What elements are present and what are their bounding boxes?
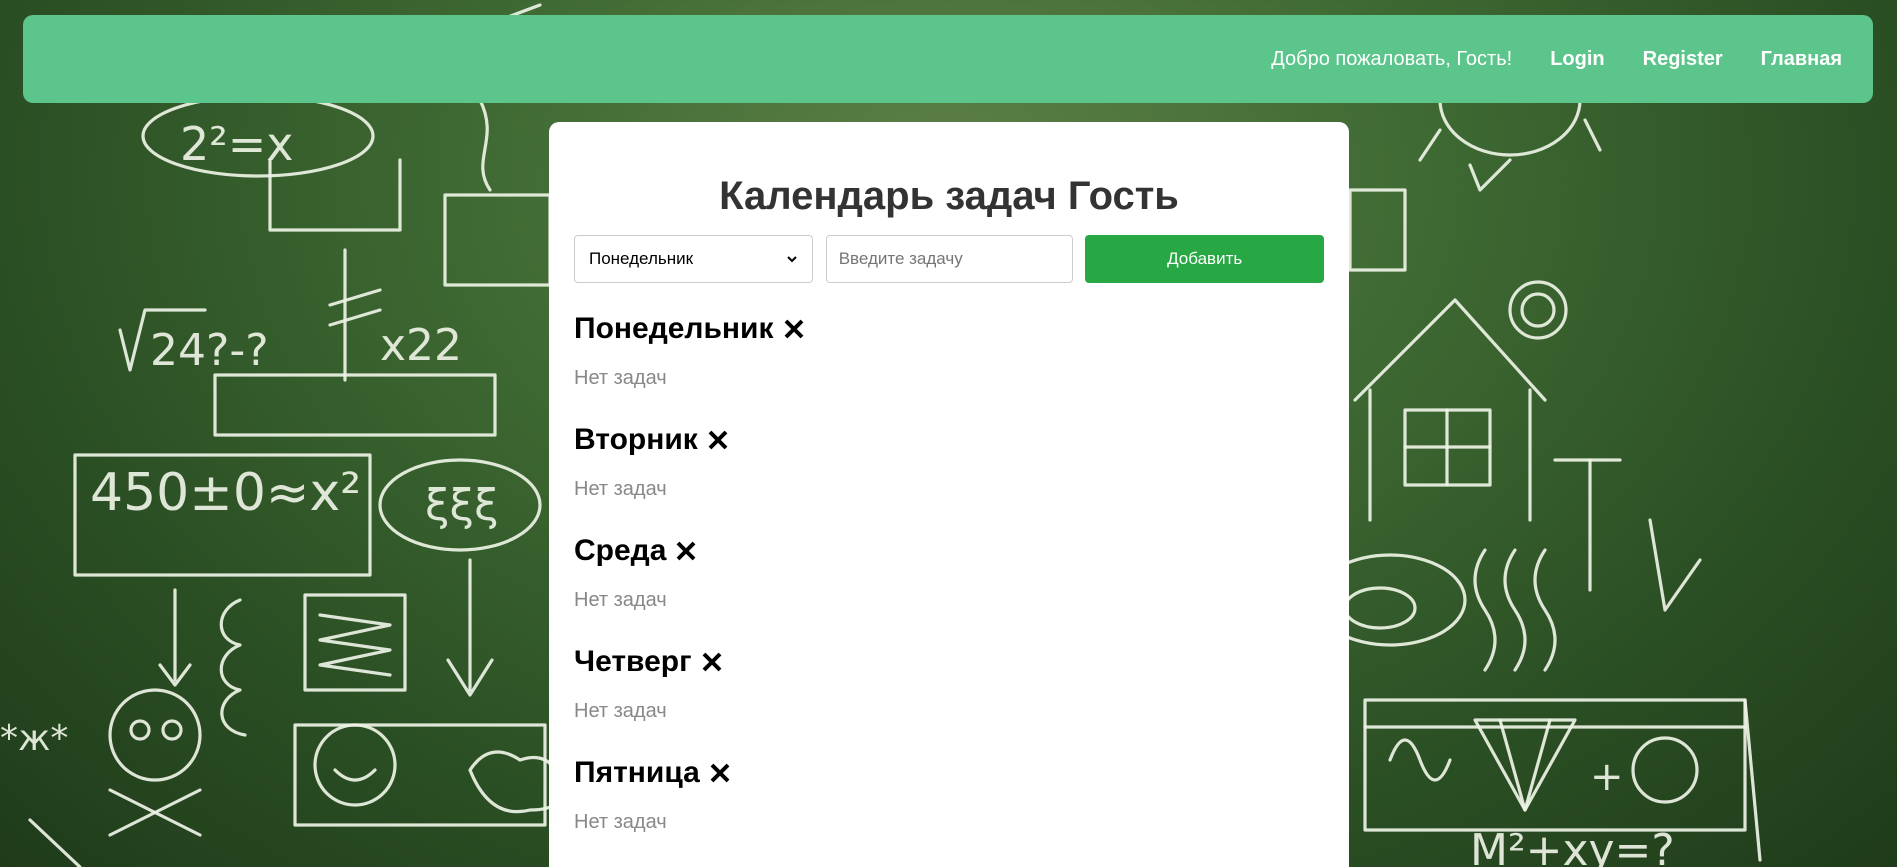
day-name: Пятница — [574, 756, 700, 789]
day-section-monday: Понедельник Нет задач — [574, 312, 1324, 390]
empty-tasks-text: Нет задач — [574, 811, 667, 833]
svg-text:x22: x22 — [380, 320, 462, 371]
day-heading: Четверг — [574, 645, 1324, 679]
svg-text:*ж*: *ж* — [0, 718, 68, 759]
svg-text:24?-?: 24?-? — [150, 325, 269, 376]
close-icon[interactable] — [674, 539, 698, 563]
empty-tasks-text: Нет задач — [574, 367, 667, 389]
svg-text:ξξξ: ξξξ — [425, 480, 499, 531]
day-name: Четверг — [574, 645, 692, 678]
close-icon[interactable] — [700, 650, 724, 674]
page-title: Календарь задач Гость — [719, 174, 1179, 218]
svg-text:2²=x: 2²=x — [180, 117, 293, 171]
close-icon[interactable] — [708, 761, 732, 785]
day-name: Среда — [574, 534, 667, 567]
register-link[interactable]: Register — [1643, 48, 1723, 71]
day-name: Вторник — [574, 423, 698, 456]
day-heading: Вторник — [574, 423, 1324, 457]
empty-tasks-text: Нет задач — [574, 589, 667, 611]
day-section-friday: Пятница Нет задач — [574, 756, 1324, 834]
svg-text:M²+xy=?: M²+xy=? — [1470, 825, 1675, 867]
task-input[interactable] — [825, 235, 1074, 283]
day-heading: Пятница — [574, 756, 1324, 790]
login-link[interactable]: Login — [1550, 48, 1604, 71]
chevron-down-icon — [786, 256, 797, 263]
day-section-thursday: Четверг Нет задач — [574, 645, 1324, 723]
close-icon[interactable] — [782, 317, 806, 341]
day-select[interactable]: Понедельник — [574, 235, 813, 283]
day-heading: Понедельник — [574, 312, 1324, 346]
home-link[interactable]: Главная — [1761, 48, 1842, 71]
add-task-button[interactable]: Добавить — [1085, 235, 1324, 283]
close-icon[interactable] — [706, 428, 730, 452]
day-section-wednesday: Среда Нет задач — [574, 534, 1324, 612]
empty-tasks-text: Нет задач — [574, 700, 667, 722]
svg-text:+: + — [1590, 754, 1624, 800]
day-select-value: Понедельник — [589, 249, 694, 268]
day-section-tuesday: Вторник Нет задач — [574, 423, 1324, 501]
svg-text:450±0≈x²: 450±0≈x² — [90, 463, 361, 523]
welcome-text: Добро пожаловать, Гость! — [1271, 47, 1513, 70]
top-navbar: Добро пожаловать, Гость! Login Register … — [23, 15, 1873, 103]
day-heading: Среда — [574, 534, 1324, 568]
empty-tasks-text: Нет задач — [574, 478, 667, 500]
add-task-form: Понедельник Добавить — [574, 235, 1324, 283]
day-name: Понедельник — [574, 312, 774, 345]
task-calendar-card: Календарь задач Гость Понедельник Добави… — [549, 122, 1349, 867]
